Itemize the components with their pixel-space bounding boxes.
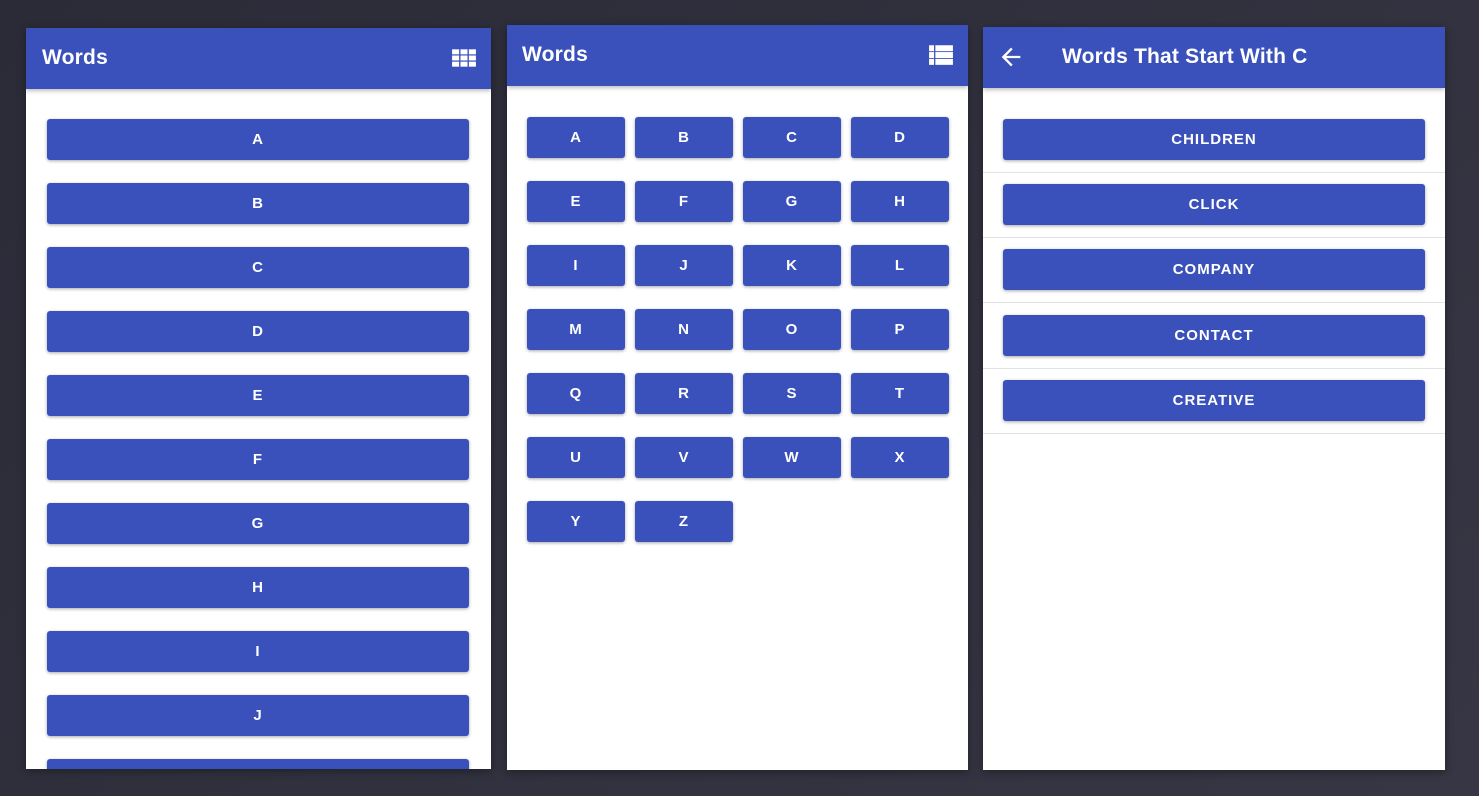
letter-button-q[interactable]: Q [527,373,625,414]
app-bar: Words [26,28,491,89]
grid-view-icon[interactable] [451,45,477,71]
letter-button-d[interactable]: D [851,117,949,158]
letter-button-g[interactable]: G [743,181,841,222]
letter-button-h[interactable]: H [851,181,949,222]
letter-button-partial[interactable] [47,759,469,769]
letter-button-h[interactable]: H [47,567,469,608]
letter-button-u[interactable]: U [527,437,625,478]
letter-button-t[interactable]: T [851,373,949,414]
letter-button-z[interactable]: Z [635,501,733,542]
letter-button-y[interactable]: Y [527,501,625,542]
letter-button-c[interactable]: C [743,117,841,158]
word-button-click[interactable]: CLICK [1003,184,1425,225]
word-button-company[interactable]: COMPANY [1003,249,1425,290]
app-bar: Words [507,25,968,86]
letter-button-p[interactable]: P [851,309,949,350]
divider [983,237,1445,238]
letter-button-j[interactable]: J [635,245,733,286]
divider [983,172,1445,173]
letters-list-screen: Words A B C D E F G H I J [26,28,491,769]
letter-button-b[interactable]: B [635,117,733,158]
word-button-children[interactable]: CHILDREN [1003,119,1425,160]
letter-button-a[interactable]: A [527,117,625,158]
letter-button-x[interactable]: X [851,437,949,478]
letter-button-f[interactable]: F [47,439,469,480]
letter-button-r[interactable]: R [635,373,733,414]
letter-button-i[interactable]: I [47,631,469,672]
letter-button-m[interactable]: M [527,309,625,350]
divider [983,368,1445,369]
app-title: Words That Start With C [1062,45,1308,68]
letters-grid-screen: Words A B C D E F G H I J K L M N O P Q … [507,25,968,770]
letter-button-f[interactable]: F [635,181,733,222]
letter-button-d[interactable]: D [47,311,469,352]
list-view-icon[interactable] [928,42,954,68]
divider [983,433,1445,434]
letter-button-w[interactable]: W [743,437,841,478]
letter-button-g[interactable]: G [47,503,469,544]
letter-button-a[interactable]: A [47,119,469,160]
back-arrow-icon[interactable] [997,43,1025,71]
letter-button-e[interactable]: E [527,181,625,222]
letter-button-k[interactable]: K [743,245,841,286]
letter-button-b[interactable]: B [47,183,469,224]
letter-button-e[interactable]: E [47,375,469,416]
letter-button-s[interactable]: S [743,373,841,414]
app-title: Words [522,43,588,66]
letter-button-l[interactable]: L [851,245,949,286]
letter-button-i[interactable]: I [527,245,625,286]
letter-button-c[interactable]: C [47,247,469,288]
letter-button-v[interactable]: V [635,437,733,478]
word-button-contact[interactable]: CONTACT [1003,315,1425,356]
letter-button-j[interactable]: J [47,695,469,736]
letter-button-n[interactable]: N [635,309,733,350]
words-screen: Words That Start With C CHILDREN CLICK C… [983,27,1445,770]
word-button-creative[interactable]: CREATIVE [1003,380,1425,421]
app-bar: Words That Start With C [983,27,1445,88]
letter-button-o[interactable]: O [743,309,841,350]
divider [983,302,1445,303]
app-title: Words [42,46,108,69]
